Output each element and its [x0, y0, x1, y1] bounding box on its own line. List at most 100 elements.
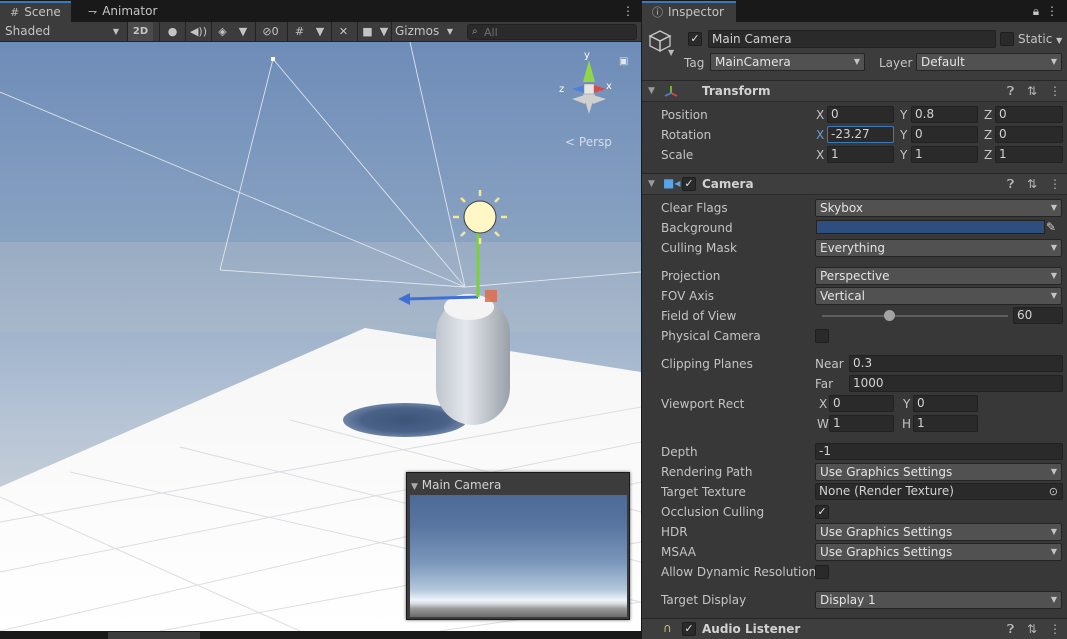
allow-dynamic-resolution-checkbox[interactable]	[815, 565, 829, 579]
rotation-z-field[interactable]: 0	[995, 126, 1063, 143]
viewport-y-axis[interactable]: Y	[903, 396, 910, 412]
help-icon[interactable]: ❓︎	[1007, 621, 1014, 638]
rotation-z-axis[interactable]: Z	[984, 127, 992, 143]
rotation-x-axis[interactable]: X	[816, 127, 824, 143]
scale-x-axis[interactable]: X	[816, 147, 824, 163]
tab-animator[interactable]: ⇁ Animator	[78, 1, 167, 22]
hidden-objects-toggle[interactable]: ⊘0	[255, 22, 285, 41]
grid-toggle-icon[interactable]: #	[287, 22, 311, 41]
camera-dropdown-icon[interactable]: ▼	[377, 22, 391, 41]
position-x-field[interactable]: 0	[827, 106, 894, 123]
object-picker-icon[interactable]: ⊙	[1049, 484, 1058, 499]
scene-menu-icon[interactable]: ⋮	[622, 3, 634, 19]
frustum-handle[interactable]	[271, 57, 275, 61]
tab-scene[interactable]: # Scene	[0, 1, 71, 22]
scale-z-field[interactable]: 1	[995, 146, 1063, 163]
help-icon[interactable]: ❓︎	[1007, 176, 1014, 193]
tools-icon[interactable]: ✕	[331, 22, 355, 41]
transform-header[interactable]: ▼ Transform ❓︎ ⇅ ⋮	[642, 80, 1067, 102]
msaa-dropdown[interactable]: Use Graphics Settings ▼	[815, 543, 1062, 561]
scale-y-axis[interactable]: Y	[900, 147, 907, 163]
rotation-x-field[interactable]: -23.27	[827, 126, 894, 143]
audio-listener-enabled-checkbox[interactable]: ✓	[682, 622, 696, 636]
camera-settings-icon[interactable]: ■	[357, 22, 377, 41]
tab-inspector[interactable]: ⓘ Inspector	[642, 1, 736, 22]
component-menu-icon[interactable]: ⋮	[1049, 176, 1061, 193]
foldout-arrow-icon[interactable]: ▼	[648, 86, 655, 96]
presets-icon[interactable]: ⇅	[1027, 83, 1037, 100]
rotation-y-axis[interactable]: Y	[900, 127, 907, 143]
eyedropper-icon[interactable]: ✎	[1046, 220, 1056, 234]
scene-search-box[interactable]: ⌕	[467, 24, 637, 40]
hdr-dropdown[interactable]: Use Graphics Settings ▼	[815, 523, 1062, 541]
foldout-arrow-icon[interactable]: ▼	[648, 179, 655, 189]
depth-field[interactable]: -1	[815, 443, 1063, 460]
fov-axis-dropdown[interactable]: Vertical ▼	[815, 287, 1062, 305]
icon-dropdown-icon[interactable]: ▼	[668, 48, 674, 57]
viewport-w-axis[interactable]: W	[817, 416, 829, 432]
position-y-field[interactable]: 0.8	[911, 106, 978, 123]
viewport-h-field[interactable]: 1	[913, 415, 978, 432]
camera-header[interactable]: ▼ ■◂ ✓ Camera ❓︎ ⇅ ⋮	[642, 173, 1067, 195]
effects-dropdown-icon[interactable]: ▼	[233, 22, 253, 41]
lock-icon[interactable]: 🔒︎	[1030, 3, 1042, 19]
rendering-path-dropdown[interactable]: Use Graphics Settings ▼	[815, 463, 1062, 481]
component-menu-icon[interactable]: ⋮	[1049, 621, 1061, 638]
camera-enabled-checkbox[interactable]: ✓	[682, 177, 696, 191]
scale-z-axis[interactable]: Z	[984, 147, 992, 163]
projection-dropdown[interactable]: Perspective ▼	[815, 267, 1062, 285]
culling-mask-dropdown[interactable]: Everything ▼	[815, 239, 1062, 257]
background-color-field[interactable]	[816, 220, 1045, 234]
target-display-dropdown[interactable]: Display 1 ▼	[815, 591, 1062, 609]
scene-search-input[interactable]	[484, 25, 632, 39]
far-clip-field[interactable]: 1000	[849, 375, 1063, 392]
object-name-field[interactable]: Main Camera	[708, 30, 996, 48]
physical-camera-checkbox[interactable]	[815, 329, 829, 343]
field-of-view-slider-knob[interactable]	[883, 310, 895, 321]
effects-icon[interactable]: ◈	[211, 22, 233, 41]
viewport-h-axis[interactable]: H	[902, 416, 911, 432]
position-z-field[interactable]: 0	[995, 106, 1063, 123]
inspector-menu-icon[interactable]: ⋮	[1046, 3, 1058, 19]
occlusion-culling-checkbox[interactable]: ✓	[815, 505, 829, 519]
field-of-view-input[interactable]: 60	[1013, 307, 1063, 324]
foldout-arrow-icon[interactable]: ▼	[411, 482, 418, 492]
audio-toggle-icon[interactable]: ◀))	[185, 22, 211, 41]
tag-dropdown[interactable]: MainCamera ▼	[710, 53, 865, 71]
audio-listener-header[interactable]: ∩ ✓ Audio Listener ❓︎ ⇅ ⋮	[642, 618, 1067, 639]
position-x-axis[interactable]: X	[816, 107, 824, 123]
z-axis-handle[interactable]	[404, 295, 479, 301]
target-texture-field[interactable]: None (Render Texture) ⊙	[815, 483, 1063, 500]
near-clip-field[interactable]: 0.3	[849, 355, 1063, 372]
scale-y-field[interactable]: 1	[911, 146, 978, 163]
object-active-checkbox[interactable]: ✓	[688, 32, 702, 46]
layer-dropdown[interactable]: Default ▼	[916, 53, 1062, 71]
viewport-w-field[interactable]: 1	[829, 415, 894, 432]
position-z-axis[interactable]: Z	[984, 107, 992, 123]
help-icon[interactable]: ❓︎	[1007, 83, 1014, 100]
static-checkbox[interactable]	[1000, 32, 1014, 46]
component-menu-icon[interactable]: ⋮	[1049, 83, 1061, 100]
bottom-tab-strip	[0, 631, 641, 639]
occlusion-culling-label: Occlusion Culling	[661, 505, 765, 519]
grid-dropdown-icon[interactable]: ▼	[311, 22, 329, 41]
field-of-view-slider[interactable]	[822, 315, 1008, 317]
rotation-y-field[interactable]: 0	[911, 126, 978, 143]
lock-icon[interactable]: ▣	[619, 56, 628, 67]
viewport-y-field[interactable]: 0	[913, 395, 978, 412]
presets-icon[interactable]: ⇅	[1027, 176, 1037, 193]
x-axis-handle[interactable]	[485, 290, 497, 302]
presets-icon[interactable]: ⇅	[1027, 621, 1037, 638]
projection-toggle[interactable]: < Persp	[565, 135, 612, 149]
scale-x-field[interactable]: 1	[827, 146, 894, 163]
gizmos-dropdown[interactable]: Gizmos ▼	[391, 22, 457, 41]
static-dropdown[interactable]: Static ▼	[1018, 31, 1062, 49]
position-y-axis[interactable]: Y	[900, 107, 907, 123]
viewport-x-axis[interactable]: X	[819, 396, 827, 412]
clear-flags-dropdown[interactable]: Skybox ▼	[815, 199, 1062, 217]
bottom-tab[interactable]	[108, 632, 200, 639]
toggle-2d-button[interactable]: 2D	[127, 22, 153, 41]
viewport-x-field[interactable]: 0	[829, 395, 894, 412]
lighting-toggle-icon[interactable]: ●	[159, 22, 185, 41]
draw-mode-dropdown[interactable]: Shaded ▼	[5, 22, 123, 41]
